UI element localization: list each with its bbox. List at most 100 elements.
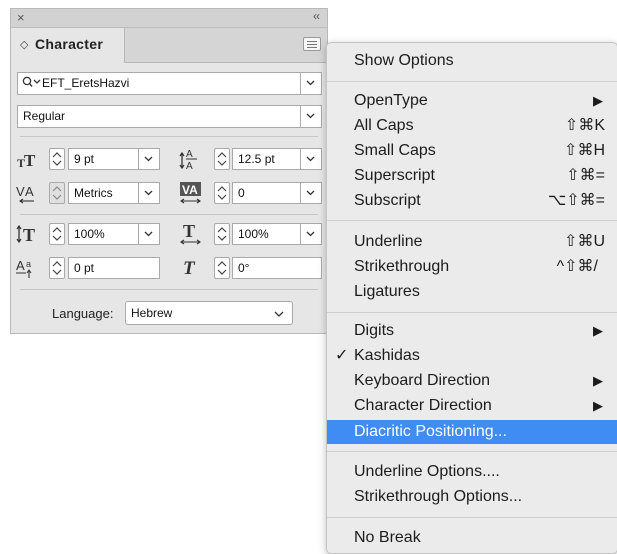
tracking-field[interactable]: 0	[232, 182, 322, 204]
menu-item-underline[interactable]: Underline ⇧⌘U	[327, 231, 617, 253]
svg-text:A: A	[186, 161, 193, 172]
svg-text:A: A	[25, 184, 34, 199]
svg-text:A: A	[16, 258, 25, 273]
menu-item-strikethrough-options[interactable]: Strikethrough Options...	[327, 486, 617, 508]
kerning-field[interactable]: Metrics	[68, 182, 160, 204]
menu-item-opentype[interactable]: OpenType ▶	[327, 90, 617, 112]
vertical-scale-field[interactable]: 100%	[68, 223, 160, 245]
menu-item-underline-options[interactable]: Underline Options....	[327, 461, 617, 483]
font-size-stepper[interactable]	[49, 148, 65, 170]
kerning-stepper[interactable]	[49, 182, 65, 204]
panel-flyout-menu: Show Options OpenType ▶ All Caps ⇧⌘K Sma…	[326, 42, 617, 554]
horizontal-scale-value: 100%	[238, 227, 269, 241]
leading-value: 12.5 pt	[238, 152, 275, 166]
baseline-shift-value: 0 pt	[74, 261, 95, 275]
language-select[interactable]: Hebrew	[125, 301, 293, 325]
vertical-scale-stepper[interactable]	[49, 223, 65, 245]
font-size-value: 9 pt	[74, 152, 95, 166]
font-family-dropdown[interactable]	[300, 73, 321, 94]
skew-stepper[interactable]	[214, 257, 230, 279]
menu-item-label: OpenType	[354, 92, 428, 109]
collapse-icon[interactable]: ‹‹	[313, 9, 320, 23]
checkmark-icon: ✓	[335, 347, 349, 364]
skew-field[interactable]: 0°	[232, 257, 322, 279]
svg-text:V: V	[16, 184, 25, 199]
leading-dropdown[interactable]	[300, 149, 321, 169]
menu-item-label: Subscript	[354, 192, 421, 209]
font-family-value: EFT_EretsHazvi	[42, 76, 130, 90]
menu-item-shortcut: ⇧⌘H	[564, 142, 605, 159]
svg-text:T: T	[24, 151, 36, 169]
submenu-arrow-icon: ▶	[593, 398, 603, 413]
menu-item-ligatures[interactable]: Ligatures	[327, 281, 617, 303]
menu-item-shortcut: ^⇧⌘/	[556, 258, 598, 275]
menu-item-shortcut: ⇧⌘=	[566, 167, 605, 184]
menu-item-keyboard-direction[interactable]: Keyboard Direction ▶	[327, 370, 617, 392]
submenu-arrow-icon: ▶	[593, 323, 603, 338]
leading-icon: A A	[179, 149, 197, 172]
font-style-field[interactable]: Regular	[17, 105, 322, 128]
svg-text:A: A	[186, 149, 193, 160]
menu-item-label: Underline	[354, 233, 423, 250]
menu-item-superscript[interactable]: Superscript ⇧⌘=	[327, 165, 617, 187]
font-style-dropdown[interactable]	[300, 106, 321, 127]
tab-label: Character	[35, 36, 104, 52]
close-icon[interactable]: ×	[17, 10, 25, 25]
tracking-dropdown[interactable]	[300, 183, 321, 203]
menu-item-small-caps[interactable]: Small Caps ⇧⌘H	[327, 140, 617, 162]
menu-item-kashidas[interactable]: ✓ Kashidas	[327, 345, 617, 367]
menu-separator	[327, 517, 617, 518]
menu-item-label: Kashidas	[354, 347, 420, 364]
menu-item-strikethrough[interactable]: Strikethrough ^⇧⌘/	[327, 256, 617, 278]
menu-item-show-options[interactable]: Show Options	[327, 50, 617, 72]
menu-separator	[327, 81, 617, 82]
menu-item-label: Strikethrough	[354, 258, 450, 275]
panel-title-bar: × ‹‹	[11, 9, 327, 28]
menu-item-shortcut: ⇧⌘K	[564, 117, 605, 134]
menu-separator	[327, 220, 617, 221]
font-size-dropdown[interactable]	[138, 149, 159, 169]
menu-item-label: Underline Options....	[354, 463, 500, 480]
font-size-field[interactable]: 9 pt	[68, 148, 160, 170]
chevron-down-icon	[274, 311, 284, 317]
menu-item-no-break[interactable]: No Break	[327, 527, 617, 549]
leading-stepper[interactable]	[214, 148, 230, 170]
horizontal-scale-icon: T	[180, 221, 201, 245]
panel-menu-button[interactable]	[303, 37, 321, 51]
menu-item-label: Diacritic Positioning...	[354, 423, 507, 440]
tab-character[interactable]: ◇ Character	[11, 28, 125, 63]
horizontal-scale-field[interactable]: 100%	[232, 223, 322, 245]
kerning-dropdown[interactable]	[138, 183, 159, 203]
menu-item-label: Small Caps	[354, 142, 436, 159]
menu-item-shortcut: ⇧⌘U	[564, 233, 605, 250]
menu-item-all-caps[interactable]: All Caps ⇧⌘K	[327, 115, 617, 137]
menu-item-label: Digits	[354, 322, 395, 339]
menu-item-label: Character Direction	[354, 397, 492, 414]
menu-item-label: Superscript	[354, 167, 435, 184]
skew-icon: T	[183, 258, 196, 278]
menu-item-subscript[interactable]: Subscript ⌥⇧⌘=	[327, 190, 617, 212]
menu-item-label: Strikethrough Options...	[354, 488, 523, 505]
tab-toggle-icon: ◇	[20, 39, 29, 51]
menu-item-label: All Caps	[354, 117, 414, 134]
divider	[20, 289, 318, 290]
menu-item-character-direction[interactable]: Character Direction ▶	[327, 395, 617, 417]
menu-item-label: Keyboard Direction	[354, 372, 491, 389]
vertical-scale-dropdown[interactable]	[138, 224, 159, 244]
tracking-stepper[interactable]	[214, 182, 230, 204]
menu-item-diacritic-positioning[interactable]: Diacritic Positioning...	[327, 420, 617, 444]
font-family-field[interactable]: EFT_EretsHazvi	[17, 72, 322, 95]
vertical-scale-icon: T	[16, 224, 35, 244]
baseline-shift-field[interactable]: 0 pt	[68, 257, 160, 279]
submenu-arrow-icon: ▶	[593, 93, 603, 108]
tracking-icon: VA	[180, 182, 201, 204]
horizontal-scale-stepper[interactable]	[214, 223, 230, 245]
baseline-shift-stepper[interactable]	[49, 257, 65, 279]
menu-separator	[327, 312, 617, 313]
menu-item-shortcut: ⌥⇧⌘=	[547, 192, 605, 209]
svg-text:VA: VA	[182, 183, 198, 197]
horizontal-scale-dropdown[interactable]	[300, 224, 321, 244]
menu-item-digits[interactable]: Digits ▶	[327, 320, 617, 342]
leading-field[interactable]: 12.5 pt	[232, 148, 322, 170]
menu-item-label: No Break	[354, 529, 421, 546]
